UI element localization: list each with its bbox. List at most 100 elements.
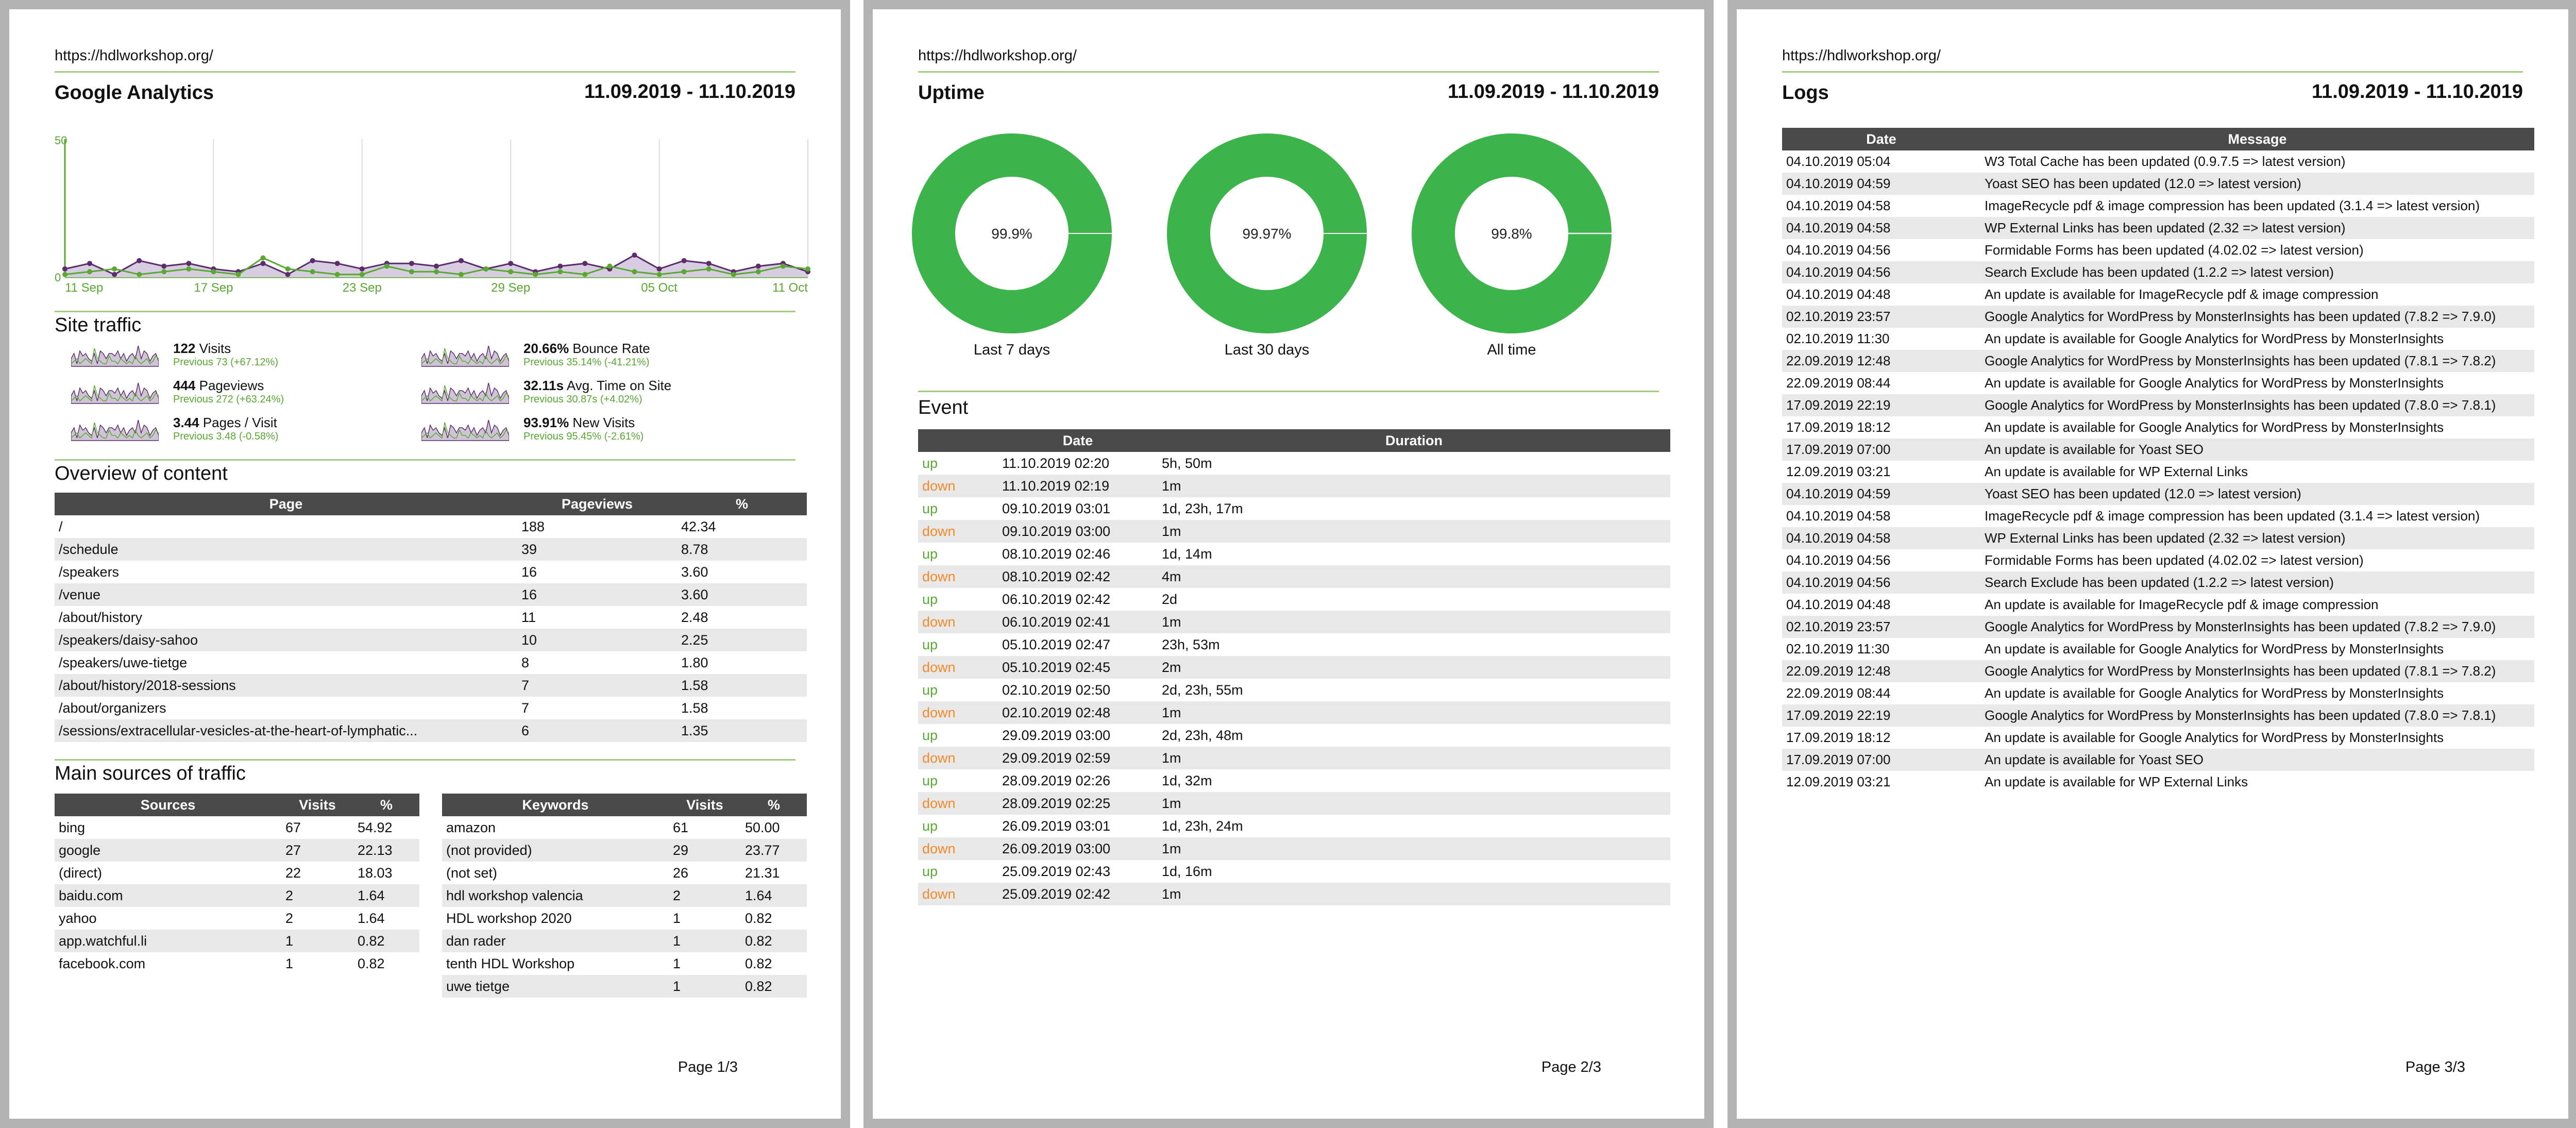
- table-cell: 2d: [1162, 591, 1178, 607]
- table-cell: 04.10.2019 05:04: [1786, 154, 1891, 169]
- data-point: [186, 266, 192, 272]
- data-point: [260, 255, 266, 261]
- page-title: Uptime: [918, 82, 985, 104]
- table-row: 04.10.2019 04:56 Search Exclude has been …: [1782, 571, 2534, 594]
- data-point: [434, 263, 439, 269]
- table-cell: down: [918, 701, 998, 724]
- table-cell: 26: [673, 865, 689, 881]
- table-cell: 23h, 53m: [1162, 636, 1220, 652]
- col-header: Date: [1782, 128, 1980, 150]
- table-row: /about/history 11 2.48: [55, 606, 807, 629]
- stat-previous: Previous 35.14% (-41.21%): [523, 357, 650, 368]
- table-row: 02.10.2019 23:57 Google Analytics for Wor…: [1782, 306, 2534, 328]
- logs-table: Date Message 04.10.2019 05:04 W3 Total Ca…: [1782, 128, 2534, 793]
- table-cell: 2: [281, 884, 353, 907]
- table-cell: An update is available for Google Analyt…: [1985, 419, 2444, 435]
- table-row: down 28.09.2019 02:25 1m: [918, 792, 1670, 815]
- table-cell: 25.09.2019 02:43: [1002, 863, 1111, 879]
- data-point: [632, 252, 637, 258]
- table-cell: 1m: [1158, 611, 1670, 633]
- table-cell: 17.09.2019 07:00: [1782, 749, 1980, 771]
- table-cell: 1: [669, 930, 741, 952]
- table-cell: 1m: [1158, 837, 1670, 860]
- table-cell: 04.10.2019 04:59: [1782, 483, 1980, 505]
- table-row: dan rader 1 0.82: [442, 930, 807, 952]
- sparkline-area: [421, 419, 509, 441]
- stat-value: 93.91%: [523, 415, 569, 430]
- table-cell: 22.09.2019 08:44: [1786, 375, 1891, 391]
- table-cell: 22.09.2019 12:48: [1782, 660, 1980, 682]
- table-cell: An update is available for WP External L…: [1985, 464, 2248, 479]
- col-header: Date: [998, 429, 1158, 452]
- table-cell: 10: [517, 629, 677, 651]
- header-divider: [918, 71, 1659, 73]
- table-cell: 29.09.2019 03:00: [1002, 727, 1111, 743]
- table-row: 04.10.2019 04:59 Yoast SEO has been updat…: [1782, 173, 2534, 195]
- table-row: /about/history/2018-sessions 7 1.58: [55, 674, 807, 697]
- table-cell: 28.09.2019 02:26: [1002, 772, 1111, 788]
- table-cell: Yoast SEO has been updated (12.0 => late…: [1980, 483, 2534, 505]
- table-cell: 02.10.2019 02:50: [1002, 682, 1111, 698]
- y-tick-label: 50: [55, 134, 67, 147]
- report-page-1: https://hdlworkshop.org/ Google Analytic…: [0, 0, 850, 1128]
- table-row: down 29.09.2019 02:59 1m: [918, 747, 1670, 769]
- data-point: [706, 266, 711, 272]
- traffic-stat: 444 Pageviews Previous 272 (+63.24%): [173, 378, 284, 406]
- table-cell: An update is available for Google Analyt…: [1985, 331, 2444, 346]
- data-point: [310, 269, 315, 275]
- data-point: [805, 266, 810, 272]
- table-cell: uwe tietge: [442, 975, 669, 998]
- sparkline: [421, 345, 509, 367]
- data-point: [87, 261, 93, 266]
- table-row: amazon 61 50.00: [442, 816, 807, 839]
- table-cell: 1: [669, 975, 741, 998]
- data-point: [260, 261, 266, 266]
- table-row: up 11.10.2019 02:20 5h, 50m: [918, 452, 1670, 475]
- traffic-stat: 20.66% Bounce Rate Previous 35.14% (-41.2…: [523, 341, 650, 368]
- data-point: [87, 269, 93, 275]
- uptime-donut: 99.9%: [912, 133, 1112, 333]
- table-cell: 05.10.2019 02:45: [998, 656, 1158, 679]
- table-cell: 1m: [1158, 883, 1670, 905]
- data-point: [359, 266, 365, 272]
- table-cell: 1m: [1158, 747, 1670, 769]
- table-cell: 1: [673, 910, 681, 926]
- stat-value: 444: [173, 378, 196, 393]
- table-cell: 42.34: [681, 518, 716, 534]
- overview-title: Overview of content: [55, 463, 228, 484]
- sparkline: [71, 419, 159, 441]
- table-cell: 3.60: [677, 583, 807, 606]
- table-cell: 04.10.2019 04:59: [1782, 173, 1980, 195]
- data-point: [681, 258, 687, 263]
- table-cell: 8: [521, 654, 530, 670]
- table-row: up 26.09.2019 03:01 1d, 23h, 24m: [918, 815, 1670, 837]
- table-cell: 2: [669, 884, 741, 907]
- table-row: baidu.com 2 1.64: [55, 884, 419, 907]
- traffic-stat: 122 Visits Previous 73 (+67.12%): [173, 341, 278, 368]
- table-row: 04.10.2019 04:59 Yoast SEO has been updat…: [1782, 483, 2534, 505]
- date-range: 11.09.2019 - 11.10.2019: [584, 81, 795, 103]
- table-cell: 17.09.2019 22:19: [1782, 704, 1980, 727]
- sparkline: [421, 382, 509, 404]
- table-row: 17.09.2019 18:12 An update is available f…: [1782, 727, 2534, 749]
- table-cell: dan rader: [442, 930, 669, 952]
- col-header: Page: [55, 493, 517, 515]
- table-cell: W3 Total Cache has been updated (0.9.7.5…: [1985, 154, 2346, 169]
- table-cell: down: [918, 611, 998, 633]
- table-cell: 04.10.2019 04:58: [1786, 508, 1891, 524]
- table-cell: HDL workshop 2020: [446, 910, 572, 926]
- table-cell: 04.10.2019 04:56: [1782, 261, 1980, 283]
- table-cell: 04.10.2019 04:48: [1786, 287, 1891, 302]
- table-cell: 1.80: [681, 654, 708, 670]
- table-cell: 0.82: [745, 910, 772, 926]
- table-cell: 2.25: [677, 629, 807, 651]
- table-cell: Google Analytics for WordPress by Monste…: [1980, 394, 2534, 416]
- table-cell: 1: [285, 955, 294, 971]
- y-tick-label: 0: [55, 271, 61, 284]
- table-cell: 09.10.2019 03:00: [998, 520, 1158, 543]
- data-point: [656, 272, 662, 277]
- table-row: up 06.10.2019 02:42 2d: [918, 588, 1670, 611]
- table-row: up 29.09.2019 03:00 2d, 23h, 48m: [918, 724, 1670, 747]
- x-tick-label: 11 Oct: [772, 281, 808, 295]
- table-cell: 22.13: [353, 839, 419, 862]
